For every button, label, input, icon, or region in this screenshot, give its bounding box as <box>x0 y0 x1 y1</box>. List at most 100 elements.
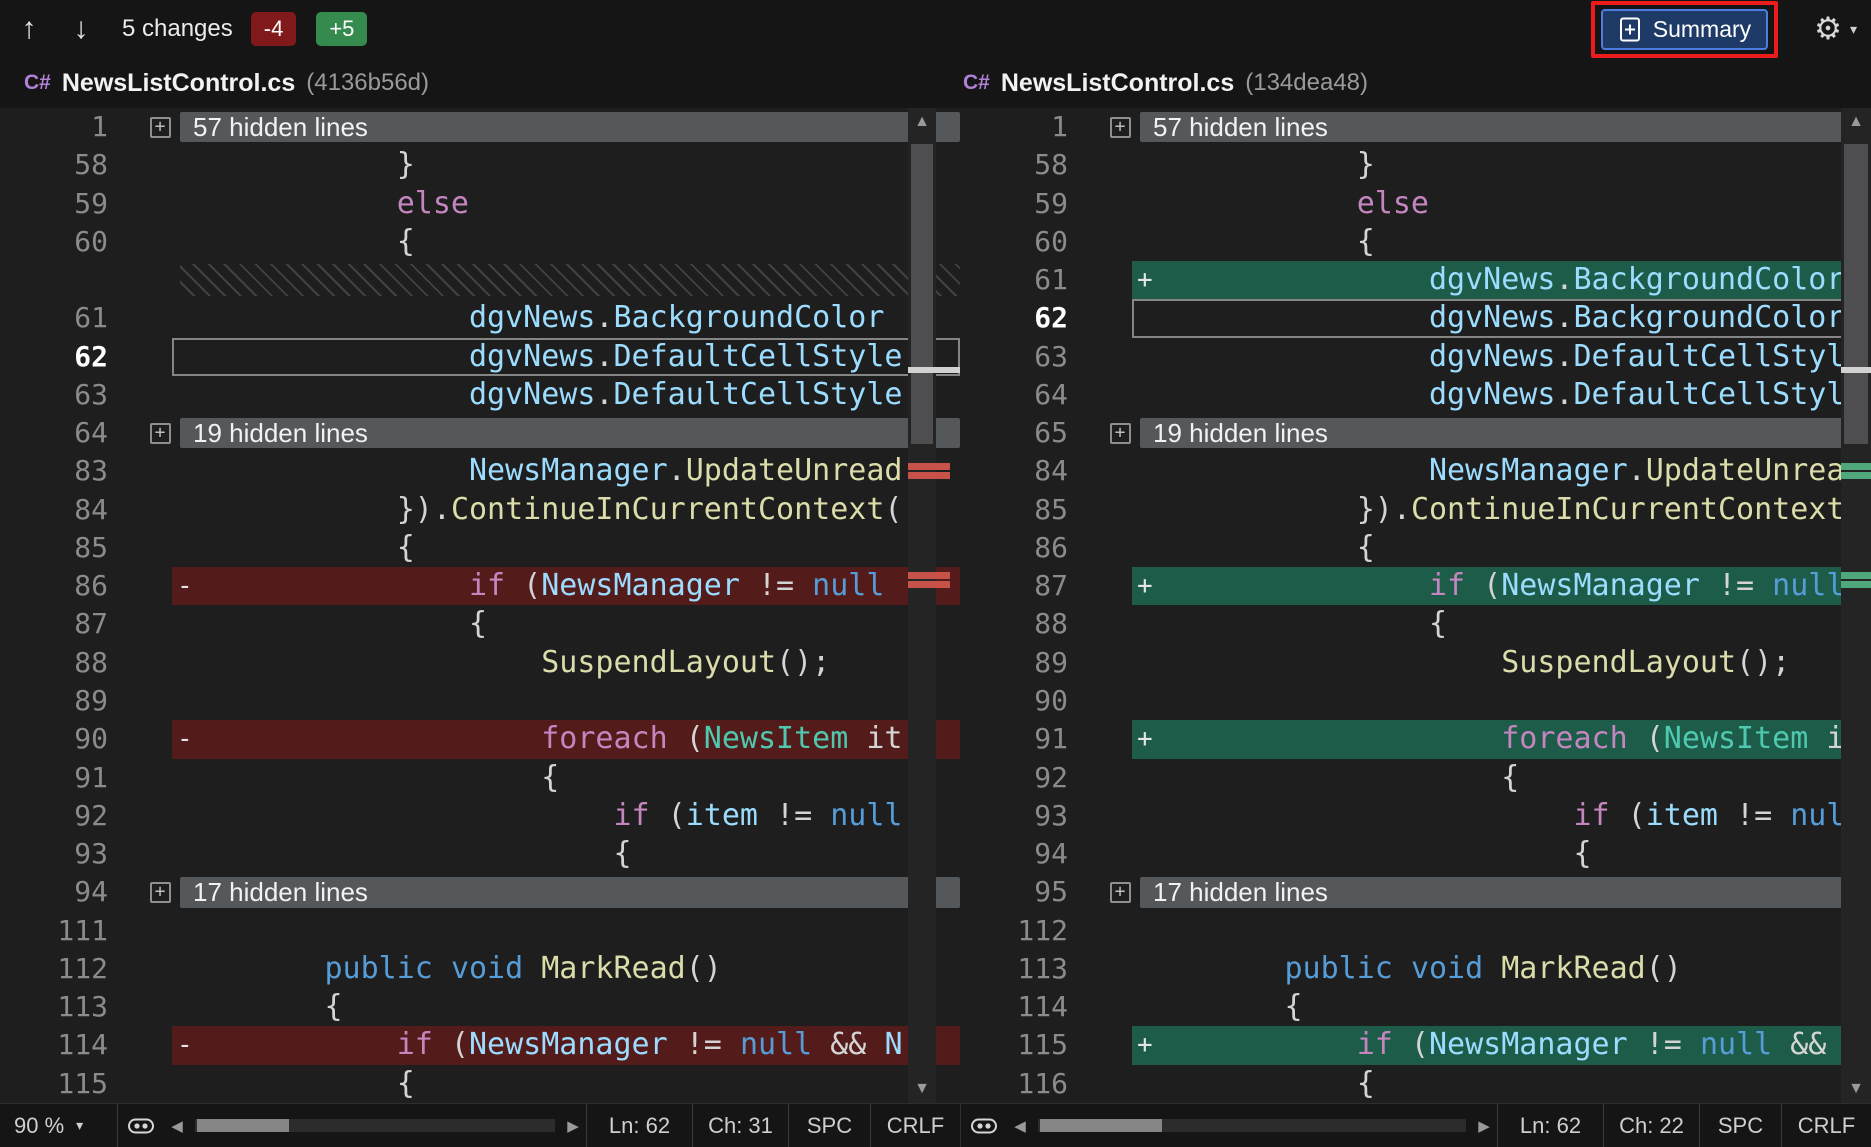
code-content[interactable] <box>1132 912 1871 950</box>
code-content[interactable]: dgvNews.DefaultCellStyle <box>172 338 960 376</box>
code-content[interactable]: { <box>1132 605 1871 643</box>
code-content[interactable]: dgvNews.BackgroundColor <box>1132 299 1871 337</box>
hidden-lines-bar[interactable]: 19 hidden lines <box>180 418 960 448</box>
scrollbar-left[interactable]: ▲ ▼ <box>908 108 960 1103</box>
code-row: 115 { <box>0 1065 960 1103</box>
code-content[interactable]: { <box>172 605 960 643</box>
fold-expand-icon[interactable]: + <box>150 423 171 444</box>
code-line: { <box>172 1065 960 1103</box>
hidden-lines-content[interactable]: 57 hidden lines <box>1132 108 1871 146</box>
code-content[interactable]: { <box>1132 1065 1871 1103</box>
code-content[interactable]: }).ContinueInCurrentContext( <box>1132 491 1871 529</box>
hscroll-left-button[interactable]: ◀ <box>1007 1117 1033 1135</box>
code-content[interactable]: + dgvNews.BackgroundColor <box>1132 261 1871 299</box>
code-content[interactable]: { <box>1132 759 1871 797</box>
fold-expand-icon[interactable]: + <box>1110 117 1131 138</box>
code-line: if (item != null <box>1132 797 1871 835</box>
code-content[interactable]: - if (NewsManager != null && N <box>172 1026 960 1064</box>
code-line: } <box>172 146 960 184</box>
code-content[interactable]: { <box>172 759 960 797</box>
scrollbar-down-button[interactable]: ▼ <box>1841 1078 1871 1100</box>
hscroll-right-button[interactable]: ▶ <box>560 1117 586 1135</box>
hidden-lines-content[interactable]: 19 hidden lines <box>172 414 960 452</box>
code-content[interactable]: { <box>172 835 960 873</box>
code-content[interactable] <box>172 682 960 720</box>
code-content[interactable]: + if (NewsManager != null && N <box>1132 1026 1871 1064</box>
code-content[interactable]: public void MarkRead() <box>1132 950 1871 988</box>
hscroll-left-button[interactable]: ◀ <box>164 1117 190 1135</box>
code-content[interactable]: public void MarkRead() <box>172 950 960 988</box>
code-content[interactable]: }).ContinueInCurrentContext( <box>172 491 960 529</box>
code-content[interactable]: { <box>1132 988 1871 1026</box>
scrollbar-down-button[interactable]: ▼ <box>908 1078 936 1100</box>
fold-expand-icon[interactable]: + <box>1110 882 1131 903</box>
hidden-lines-bar[interactable]: 57 hidden lines <box>180 112 960 142</box>
hidden-lines-content[interactable]: 19 hidden lines <box>1132 414 1871 452</box>
settings-dropdown-icon[interactable]: ▾ <box>1850 21 1857 38</box>
scrollbar-right[interactable]: ▲ ▼ <box>1841 108 1871 1103</box>
hidden-lines-bar[interactable]: 19 hidden lines <box>1140 418 1871 448</box>
fold-expand-icon[interactable]: + <box>1110 423 1131 444</box>
code-content[interactable]: { <box>1132 529 1871 567</box>
hidden-lines-content[interactable]: 17 hidden lines <box>1132 873 1871 911</box>
hidden-lines-bar[interactable]: 57 hidden lines <box>1140 112 1871 142</box>
code-content[interactable]: dgvNews.BackgroundColor <box>172 299 960 337</box>
copilot-icon[interactable] <box>118 1115 164 1137</box>
scrollbar-thumb[interactable] <box>911 144 933 444</box>
code-content[interactable]: { <box>172 988 960 1026</box>
code-content[interactable]: - if (NewsManager != null <box>172 567 960 605</box>
next-change-button[interactable]: ↓ <box>64 0 98 58</box>
fold-column <box>148 529 172 567</box>
code-content[interactable]: SuspendLayout(); <box>1132 644 1871 682</box>
scrollbar-up-button[interactable]: ▲ <box>1841 111 1871 133</box>
hscroll-thumb[interactable] <box>197 1119 289 1132</box>
code-content[interactable] <box>172 912 960 950</box>
scrollbar-up-button[interactable]: ▲ <box>908 111 936 133</box>
code-content[interactable]: NewsManager.UpdateUnread <box>1132 452 1871 490</box>
hscroll-track[interactable] <box>1038 1119 1466 1132</box>
code-content[interactable]: { <box>1132 835 1871 873</box>
code-content[interactable]: else <box>1132 185 1871 223</box>
code-content[interactable]: + foreach (NewsItem it <box>1132 720 1871 758</box>
code-content[interactable]: + if (NewsManager != null <box>1132 567 1871 605</box>
line-number: 114 <box>960 988 1108 1026</box>
code-content[interactable]: } <box>172 146 960 184</box>
zoom-select[interactable]: 90 % ▾ <box>0 1104 118 1147</box>
code-content[interactable]: dgvNews.DefaultCellStyle <box>1132 376 1871 414</box>
code-content[interactable]: { <box>172 1065 960 1103</box>
code-content[interactable]: { <box>1132 223 1871 261</box>
code-content[interactable]: else <box>172 185 960 223</box>
previous-change-button[interactable]: ↑ <box>12 0 46 58</box>
code-content[interactable]: NewsManager.UpdateUnread <box>172 452 960 490</box>
hscroll-thumb[interactable] <box>1040 1119 1162 1132</box>
code-content[interactable] <box>1132 682 1871 720</box>
fold-expand-icon[interactable]: + <box>150 882 171 903</box>
fold-column <box>148 1065 172 1103</box>
hscroll-right-button[interactable]: ▶ <box>1471 1117 1497 1135</box>
scrollbar-thumb[interactable] <box>1844 144 1868 444</box>
copilot-icon[interactable] <box>961 1115 1007 1137</box>
hidden-lines-bar[interactable]: 17 hidden lines <box>1140 877 1871 907</box>
code-content[interactable]: { <box>172 223 960 261</box>
code-content[interactable]: SuspendLayout(); <box>172 644 960 682</box>
code-content[interactable]: { <box>172 529 960 567</box>
hidden-lines-content[interactable]: 17 hidden lines <box>172 873 960 911</box>
hidden-lines-bar[interactable]: 17 hidden lines <box>180 877 960 907</box>
code-content[interactable]: } <box>1132 146 1871 184</box>
code-content[interactable]: dgvNews.DefaultCellStyle <box>1132 338 1871 376</box>
changes-count-label: 5 changes <box>122 15 233 43</box>
hidden-lines-content[interactable]: 57 hidden lines <box>172 108 960 146</box>
diff-marker: - <box>177 1026 193 1064</box>
hscroll-track[interactable] <box>195 1119 555 1132</box>
summary-button[interactable]: Summary <box>1601 9 1768 50</box>
line-number: 112 <box>960 912 1108 950</box>
gear-icon[interactable]: ⚙ <box>1814 0 1842 58</box>
code-content[interactable]: - foreach (NewsItem it <box>172 720 960 758</box>
code-line: dgvNews.BackgroundColor <box>172 299 960 337</box>
code-content[interactable]: dgvNews.DefaultCellStyle <box>172 376 960 414</box>
diff-pane-left: 1+57 hidden lines58 }59 else60 {61 dgvNe… <box>0 108 960 1103</box>
code-content[interactable]: if (item != null <box>172 797 960 835</box>
code-row: 93 if (item != null <box>960 797 1871 835</box>
code-content[interactable]: if (item != null <box>1132 797 1871 835</box>
fold-expand-icon[interactable]: + <box>150 117 171 138</box>
